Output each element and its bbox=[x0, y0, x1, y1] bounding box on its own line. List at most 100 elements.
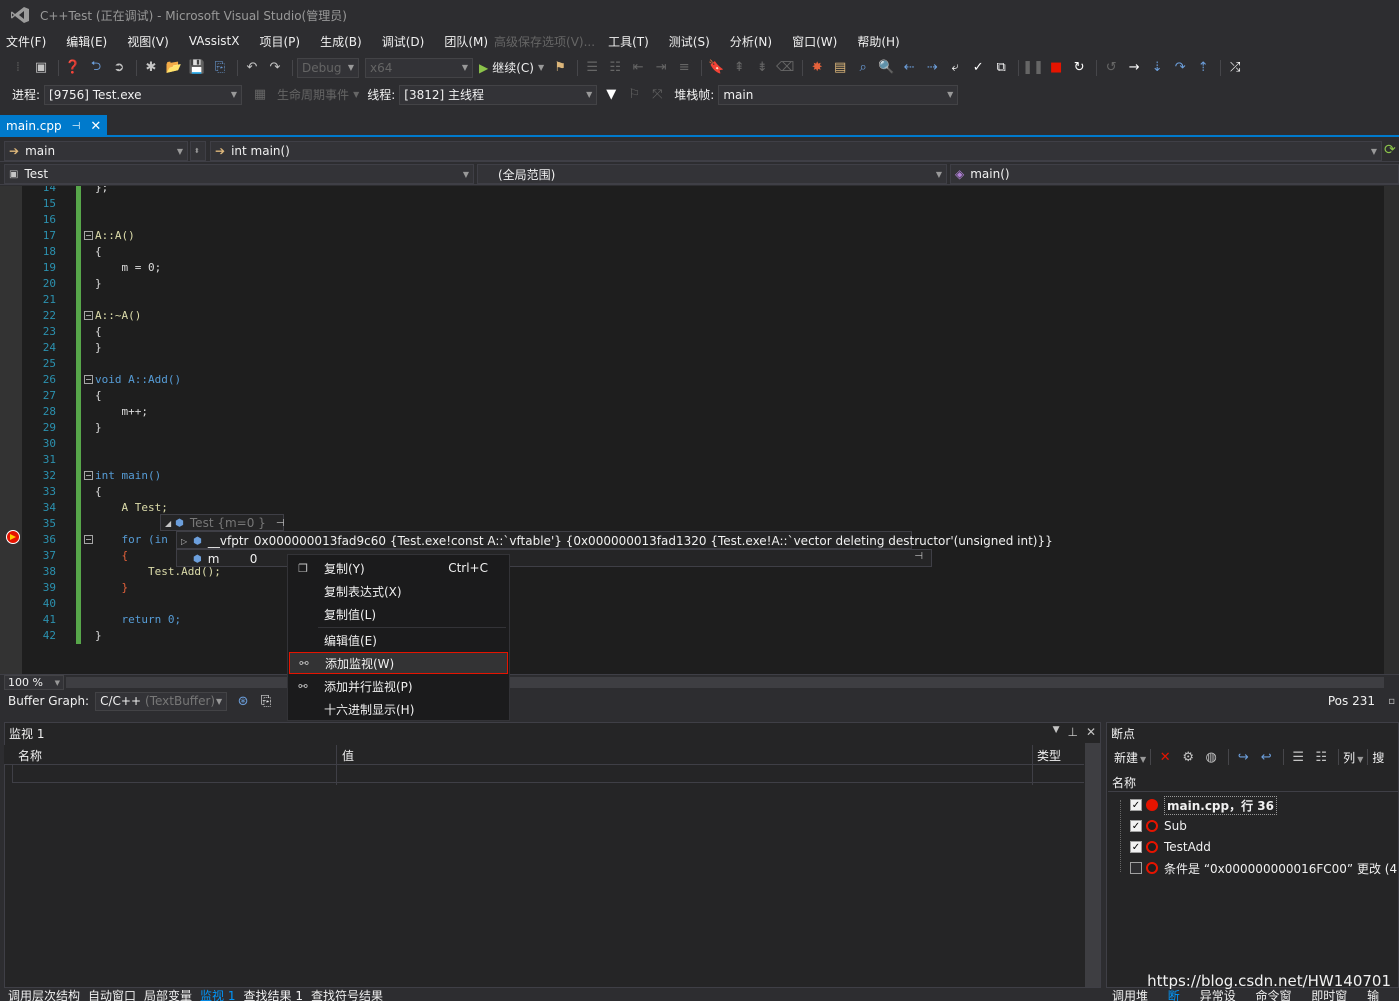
dropdown-icon[interactable]: ▼ bbox=[1053, 725, 1060, 739]
menu-item-copy-expression[interactable]: 复制表达式(X) bbox=[289, 580, 508, 602]
lifecycle-events-icon[interactable]: ▦ bbox=[250, 85, 270, 105]
menu-debug[interactable]: 调试(D) bbox=[382, 33, 425, 50]
menu-help[interactable]: 帮助(H) bbox=[857, 33, 899, 50]
member-select[interactable]: ◈ main() bbox=[950, 164, 1399, 184]
vax-forward-icon[interactable]: ⇢ bbox=[922, 58, 942, 78]
code-editor[interactable]: 14}; 15 16 17 A::A() 18{ 19 m = 0; 20} 21… bbox=[0, 186, 1399, 674]
step-out-icon[interactable]: ↷ bbox=[1170, 58, 1190, 78]
pin-icon[interactable]: ⊣ bbox=[914, 551, 923, 562]
search-label[interactable]: 搜 bbox=[1372, 749, 1384, 766]
checkbox-checked-icon[interactable]: ✓ bbox=[1130, 820, 1142, 832]
tab-command-window[interactable]: 命令窗口 bbox=[1256, 989, 1304, 1001]
vax-find-icon[interactable]: ⌕ bbox=[853, 58, 873, 78]
navigate-forward-icon[interactable]: ➲ bbox=[109, 58, 129, 78]
menu-project[interactable]: 项目(P) bbox=[259, 33, 300, 50]
navigate-back-icon[interactable]: ⮌ bbox=[86, 58, 106, 78]
menu-vassistx[interactable]: VAssistX bbox=[189, 34, 240, 48]
breakpoints-col-header[interactable]: 名称 bbox=[1108, 772, 1399, 792]
scope-select[interactable]: (全局范围) ▼ bbox=[477, 164, 947, 184]
tab-main-cpp[interactable]: main.cpp ⊣ ✕ bbox=[0, 115, 107, 137]
help-icon[interactable]: ❓ bbox=[63, 58, 83, 78]
tab-find-symbol-results[interactable]: 查找符号结果 bbox=[311, 989, 383, 1001]
nav-left-select[interactable]: ➔ main ▼ bbox=[4, 141, 188, 161]
bookmark-icon[interactable]: 🔖 bbox=[706, 58, 726, 78]
step-into-icon[interactable]: → bbox=[1124, 58, 1144, 78]
window-icon[interactable]: ▫ bbox=[1388, 696, 1395, 707]
tab-output[interactable]: 输出 bbox=[1367, 989, 1391, 1001]
datatip-row-vfptr[interactable]: ▷ ⬢ __vfptr 0x000000013fad9c60 {Test.exe… bbox=[176, 531, 1053, 549]
pin-icon[interactable]: ⊣ bbox=[72, 121, 81, 132]
undo-icon[interactable]: ↶ bbox=[242, 58, 262, 78]
go-to-disassembly-icon[interactable]: ☷ bbox=[1311, 747, 1331, 767]
menu-advanced-save[interactable]: 高级保存选项(V)... bbox=[494, 33, 595, 50]
nav-right-select[interactable]: ➔ int main() ▼ bbox=[210, 141, 1382, 161]
delete-icon[interactable]: ✕ bbox=[1155, 747, 1175, 767]
attach-process-icon[interactable]: ⚑ bbox=[550, 58, 570, 78]
zoom-select[interactable]: 100 % ▼ bbox=[4, 675, 64, 690]
flag-thread-icon[interactable]: ⚐ bbox=[624, 85, 644, 105]
stack-frame-select[interactable]: main ▼ bbox=[718, 84, 959, 105]
menu-item-add-parallel-watch[interactable]: ⚯ 添加并行监视(P) bbox=[289, 675, 508, 697]
vax-spell-icon[interactable]: ✓ bbox=[968, 58, 988, 78]
tab-call-stack[interactable]: 调用堆栈 bbox=[1112, 989, 1160, 1001]
watch-scrollbar[interactable] bbox=[1085, 743, 1100, 987]
save-icon[interactable]: 💾 bbox=[187, 58, 207, 78]
uncomment-icon[interactable]: ☷ bbox=[605, 58, 625, 78]
project-select[interactable]: ▣ Test ▼ bbox=[4, 164, 474, 184]
collapse-icon[interactable] bbox=[84, 375, 93, 384]
tab-autos[interactable]: 自动窗口 bbox=[88, 989, 136, 1001]
continue-button[interactable]: ▶ 继续(C) ▼ bbox=[479, 59, 544, 76]
lifecycle-events-label[interactable]: 生命周期事件 bbox=[277, 86, 349, 103]
copy-graph-icon[interactable]: ⎘ bbox=[256, 691, 276, 711]
new-item-icon[interactable]: ✱ bbox=[141, 58, 161, 78]
collapse-icon[interactable] bbox=[84, 231, 93, 240]
menu-item-copy[interactable]: ❐ 复制(Y) Ctrl+C bbox=[289, 557, 508, 579]
tab-locals[interactable]: 局部变量 bbox=[144, 989, 192, 1001]
vax-search-icon[interactable]: 🔍 bbox=[876, 58, 896, 78]
watch-col-value[interactable]: 值 bbox=[342, 747, 354, 764]
watch-col-type[interactable]: 类型 bbox=[1037, 747, 1061, 764]
collapse-icon[interactable] bbox=[84, 471, 93, 480]
solution-platform-select[interactable]: x64 ▼ bbox=[365, 57, 473, 78]
collapse-icon[interactable] bbox=[84, 535, 93, 544]
solution-configuration-select[interactable]: Debug ▼ bbox=[297, 57, 359, 78]
breakpoint-current-statement-icon[interactable] bbox=[6, 530, 20, 544]
thread-select[interactable]: [3812] 主线程 ▼ bbox=[399, 84, 598, 105]
comment-icon[interactable]: ☰ bbox=[582, 58, 602, 78]
hex-display-icon[interactable]: ⤮ bbox=[1225, 58, 1245, 78]
breakpoint-item[interactable]: 条件是 “0x000000000016FC00” 更改 (4 字 bbox=[1130, 859, 1399, 877]
close-icon[interactable]: ✕ bbox=[1086, 725, 1096, 739]
collapse-icon[interactable] bbox=[84, 311, 93, 320]
indent-icon[interactable]: ⇥ bbox=[651, 58, 671, 78]
editor-vertical-scrollbar[interactable] bbox=[1384, 186, 1399, 674]
stop-icon[interactable]: ■ bbox=[1046, 58, 1066, 78]
export-icon[interactable]: ↪ bbox=[1233, 747, 1253, 767]
checkbox-checked-icon[interactable]: ✓ bbox=[1130, 841, 1142, 853]
open-file-icon[interactable]: 📂 bbox=[164, 58, 184, 78]
clear-bookmarks-icon[interactable]: ⌫ bbox=[775, 58, 795, 78]
expander-expanded-icon[interactable]: ◢ bbox=[165, 519, 171, 528]
toggle-all-icon[interactable]: ◍ bbox=[1201, 747, 1221, 767]
step-up-icon[interactable]: ⇡ bbox=[1193, 58, 1213, 78]
new-breakpoint-button[interactable]: 新建 ▼ bbox=[1114, 749, 1146, 766]
vax-bug-icon[interactable]: ✸ bbox=[807, 58, 827, 78]
menu-analyze[interactable]: 分析(N) bbox=[730, 33, 772, 50]
buffer-select[interactable]: C/C++ (TextBuffer) ▼ bbox=[95, 691, 228, 711]
menu-build[interactable]: 生成(B) bbox=[320, 33, 362, 50]
breakpoint-margin[interactable] bbox=[0, 186, 22, 674]
redo-icon[interactable]: ↷ bbox=[265, 58, 285, 78]
restart-icon[interactable]: ↻ bbox=[1069, 58, 1089, 78]
breakpoint-item[interactable]: ✓ main.cpp，行 36 bbox=[1130, 795, 1277, 815]
close-icon[interactable]: ✕ bbox=[90, 119, 101, 134]
new-project-icon[interactable]: ▣ bbox=[31, 58, 51, 78]
tab-immediate-window[interactable]: 即时窗口 bbox=[1311, 989, 1359, 1001]
outdent-icon[interactable]: ⇤ bbox=[628, 58, 648, 78]
watch-empty-row[interactable] bbox=[12, 765, 1084, 783]
vax-refactor-icon[interactable]: ⤶ bbox=[945, 58, 965, 78]
prev-bookmark-icon[interactable]: ⇞ bbox=[729, 58, 749, 78]
menu-edit[interactable]: 编辑(E) bbox=[66, 33, 107, 50]
menu-item-edit-value[interactable]: 编辑值(E) bbox=[289, 629, 508, 651]
pause-icon[interactable]: ❚❚ bbox=[1022, 58, 1044, 78]
format-icon[interactable]: ≡ bbox=[674, 58, 694, 78]
delete-all-icon[interactable]: ⚙ bbox=[1178, 747, 1198, 767]
